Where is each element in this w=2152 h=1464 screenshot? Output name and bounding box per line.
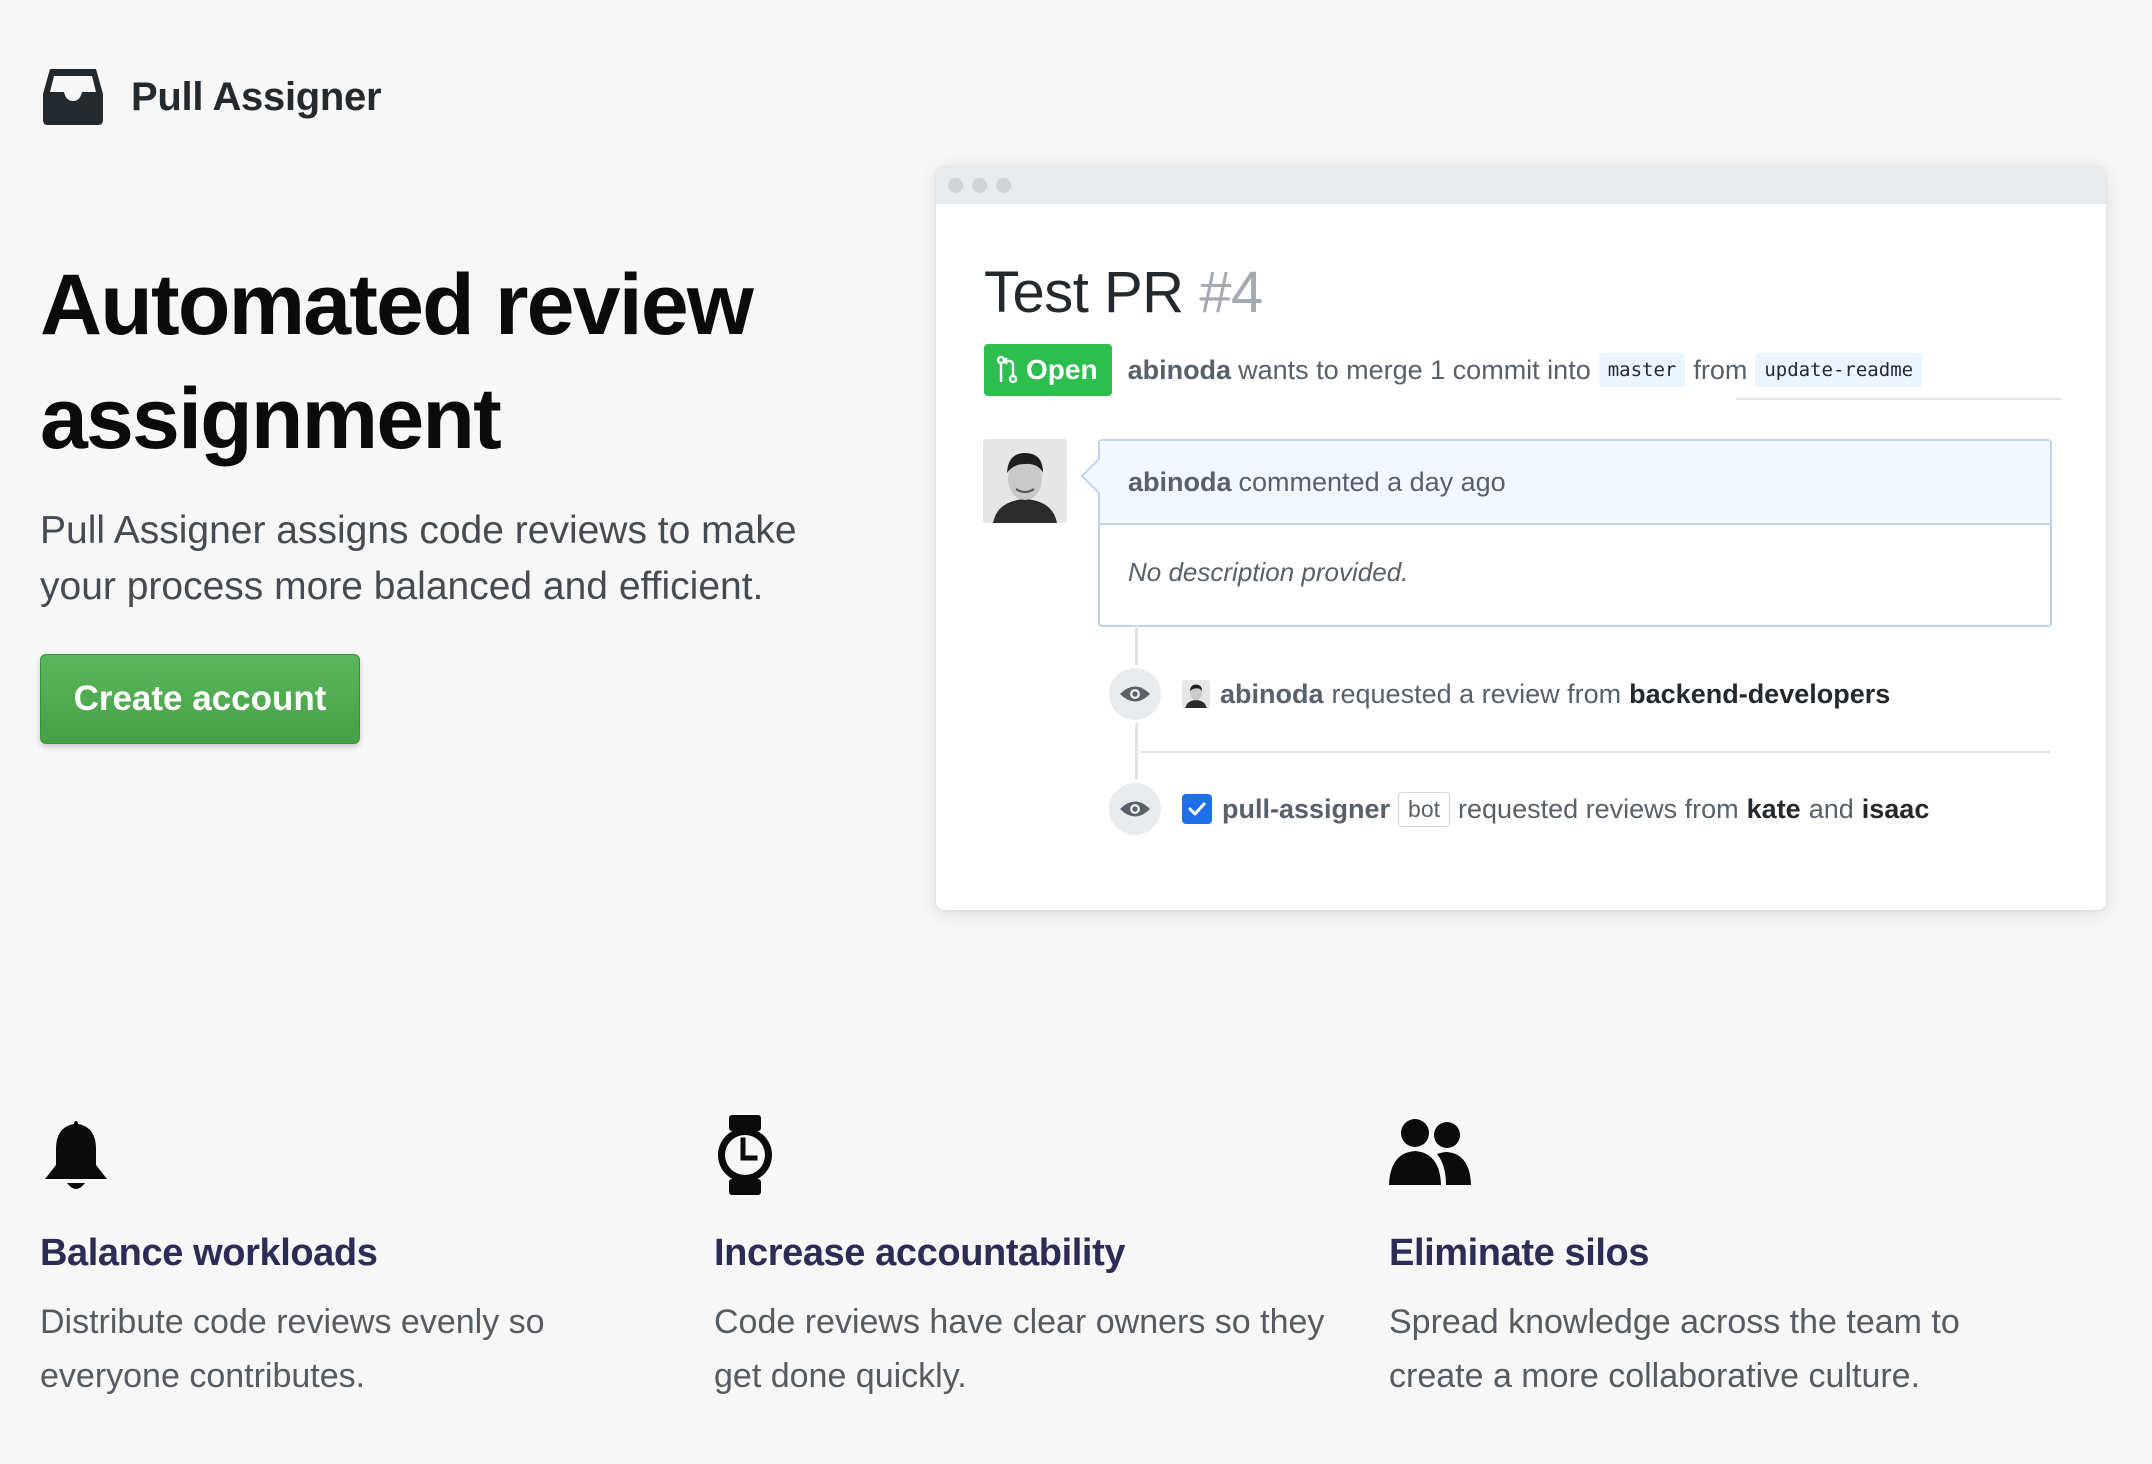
event-actor[interactable]: abinoda (1220, 679, 1324, 710)
bell-icon (45, 1121, 107, 1189)
feature-text: Code reviews have clear owners so they g… (714, 1303, 1325, 1395)
pr-title: Test PR #4 (984, 259, 1263, 326)
comment-action: commented a day ago (1238, 466, 1506, 497)
event-text: requested a review from (1331, 678, 1622, 709)
feature-balance: Balance workloads Distribute code review… (40, 1115, 680, 1395)
event-conjunction: and (1808, 793, 1854, 824)
comment-header: abinoda commented a day ago (1100, 441, 2050, 525)
divider (1736, 398, 2061, 400)
git-pull-request-icon (996, 355, 1018, 384)
window-dot (996, 178, 1011, 193)
brand-name: Pull Assigner (131, 74, 382, 119)
watch-icon (718, 1115, 772, 1195)
window-dot (948, 178, 963, 193)
pr-author[interactable]: abinoda (1128, 355, 1232, 386)
state-badge-open: Open (984, 344, 1112, 396)
avatar[interactable] (1182, 680, 1210, 708)
feature-text: Distribute code reviews evenly so everyo… (40, 1303, 545, 1395)
inbox-tray-icon (43, 69, 103, 125)
event-actor[interactable]: pull-assigner (1222, 794, 1390, 825)
state-label: Open (1026, 354, 1098, 385)
feature-title: Balance workloads (40, 1232, 378, 1274)
event-target[interactable]: backend-developers (1629, 679, 1890, 710)
pr-mockup-window: Test PR #4 Open abinoda wants to merge 1… (936, 166, 2106, 910)
checkbox-icon (1182, 794, 1212, 824)
head-branch[interactable]: update-readme (1755, 353, 1923, 387)
event-target[interactable]: isaac (1862, 794, 1930, 825)
comment-author[interactable]: abinoda (1128, 467, 1232, 498)
hero-subtitle: Pull Assigner assigns code reviews to ma… (40, 509, 797, 608)
comment-box: abinoda commented a day ago No descripti… (1098, 439, 2052, 627)
feature-title: Increase accountability (714, 1232, 1126, 1274)
pr-number: #4 (1199, 260, 1263, 325)
feature-accountability: Increase accountability Code reviews hav… (714, 1115, 1354, 1395)
eye-icon (1106, 780, 1164, 838)
comment-body: No description provided. (1128, 557, 1409, 587)
user-portrait-icon (983, 439, 1067, 523)
event-target[interactable]: kate (1747, 794, 1801, 825)
hero-title: Automated review assignment (40, 257, 754, 467)
pr-title-text: Test PR (984, 260, 1184, 325)
brand[interactable]: Pull Assigner (40, 64, 382, 130)
window-dot (972, 178, 987, 193)
feature-text: Spread knowledge across the team to crea… (1389, 1303, 1960, 1395)
window-titlebar (936, 166, 2106, 204)
avatar[interactable] (983, 439, 1067, 523)
pr-meta: Open abinoda wants to merge 1 commit int… (984, 344, 1930, 396)
divider (1140, 751, 2050, 753)
timeline-event: abinoda requested a review from backend-… (1106, 664, 1898, 724)
eye-icon (1106, 665, 1164, 723)
from-text: from (1693, 354, 1748, 385)
create-account-button[interactable]: Create account (40, 654, 360, 744)
people-icon (1389, 1119, 1471, 1185)
event-text: requested reviews from (1458, 793, 1739, 824)
merge-text: wants to merge 1 commit into (1238, 354, 1591, 385)
base-branch[interactable]: master (1598, 353, 1686, 387)
timeline-event: pull-assigner bot requested reviews from… (1106, 779, 1937, 839)
bot-badge: bot (1398, 791, 1451, 827)
feature-silos: Eliminate silos Spread knowledge across … (1389, 1115, 2029, 1395)
feature-title: Eliminate silos (1389, 1232, 1650, 1274)
